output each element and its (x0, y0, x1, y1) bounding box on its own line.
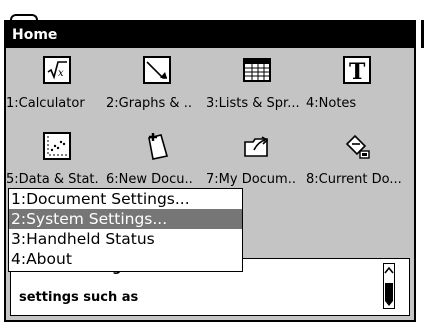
svg-text:T: T (349, 59, 366, 84)
app-label: 3:Lists & Spr... (206, 96, 300, 111)
menu-item-about[interactable]: 4:About (9, 249, 242, 269)
app-label: 1:Calculator (6, 96, 85, 111)
app-current-document[interactable]: 8:Current Do... (306, 132, 406, 202)
lists-spreadsheet-icon (243, 58, 271, 82)
handheld-screen: Home x 1:Calculator 2:Graphs & .. 3:List… (0, 0, 433, 327)
app-label: 6:New Docu.. (106, 172, 193, 187)
description-scrollbar[interactable] (383, 263, 395, 309)
new-document-icon (148, 133, 169, 160)
app-label: 4:Notes (306, 96, 357, 111)
menu-item-system-settings[interactable]: 2:System Settings... (9, 209, 242, 229)
my-documents-icon (244, 136, 269, 157)
app-lists-spreadsheet[interactable]: 3:Lists & Spr... (206, 56, 306, 126)
app-graphs[interactable]: 2:Graphs & .. (106, 56, 206, 126)
app-label: 5:Data & Stat. (6, 172, 99, 187)
app-calculator[interactable]: x 1:Calculator (6, 56, 106, 126)
data-stat-icon (43, 132, 71, 160)
app-label: 2:Graphs & .. (106, 96, 192, 111)
menu-item-document-settings[interactable]: 1:Document Settings... (9, 189, 242, 209)
current-document-icon (345, 134, 370, 159)
context-menu: 1:Document Settings... 2:System Settings… (8, 188, 243, 272)
apps-row-1: x 1:Calculator 2:Graphs & .. 3:Lists & S… (6, 56, 414, 126)
app-notes[interactable]: T 4:Notes (306, 56, 406, 126)
background-window-edge (421, 20, 424, 48)
svg-text:x: x (58, 68, 64, 79)
notes-icon: T (343, 56, 371, 84)
calculator-icon: x (43, 56, 71, 84)
description-line-2: settings such as (19, 290, 139, 305)
menu-item-handheld-status[interactable]: 3:Handheld Status (9, 229, 242, 249)
window-title: Home (6, 22, 414, 48)
app-label: 7:My Docum.. (206, 172, 296, 187)
app-label: 8:Current Do... (306, 172, 402, 187)
graphs-icon (143, 56, 171, 84)
